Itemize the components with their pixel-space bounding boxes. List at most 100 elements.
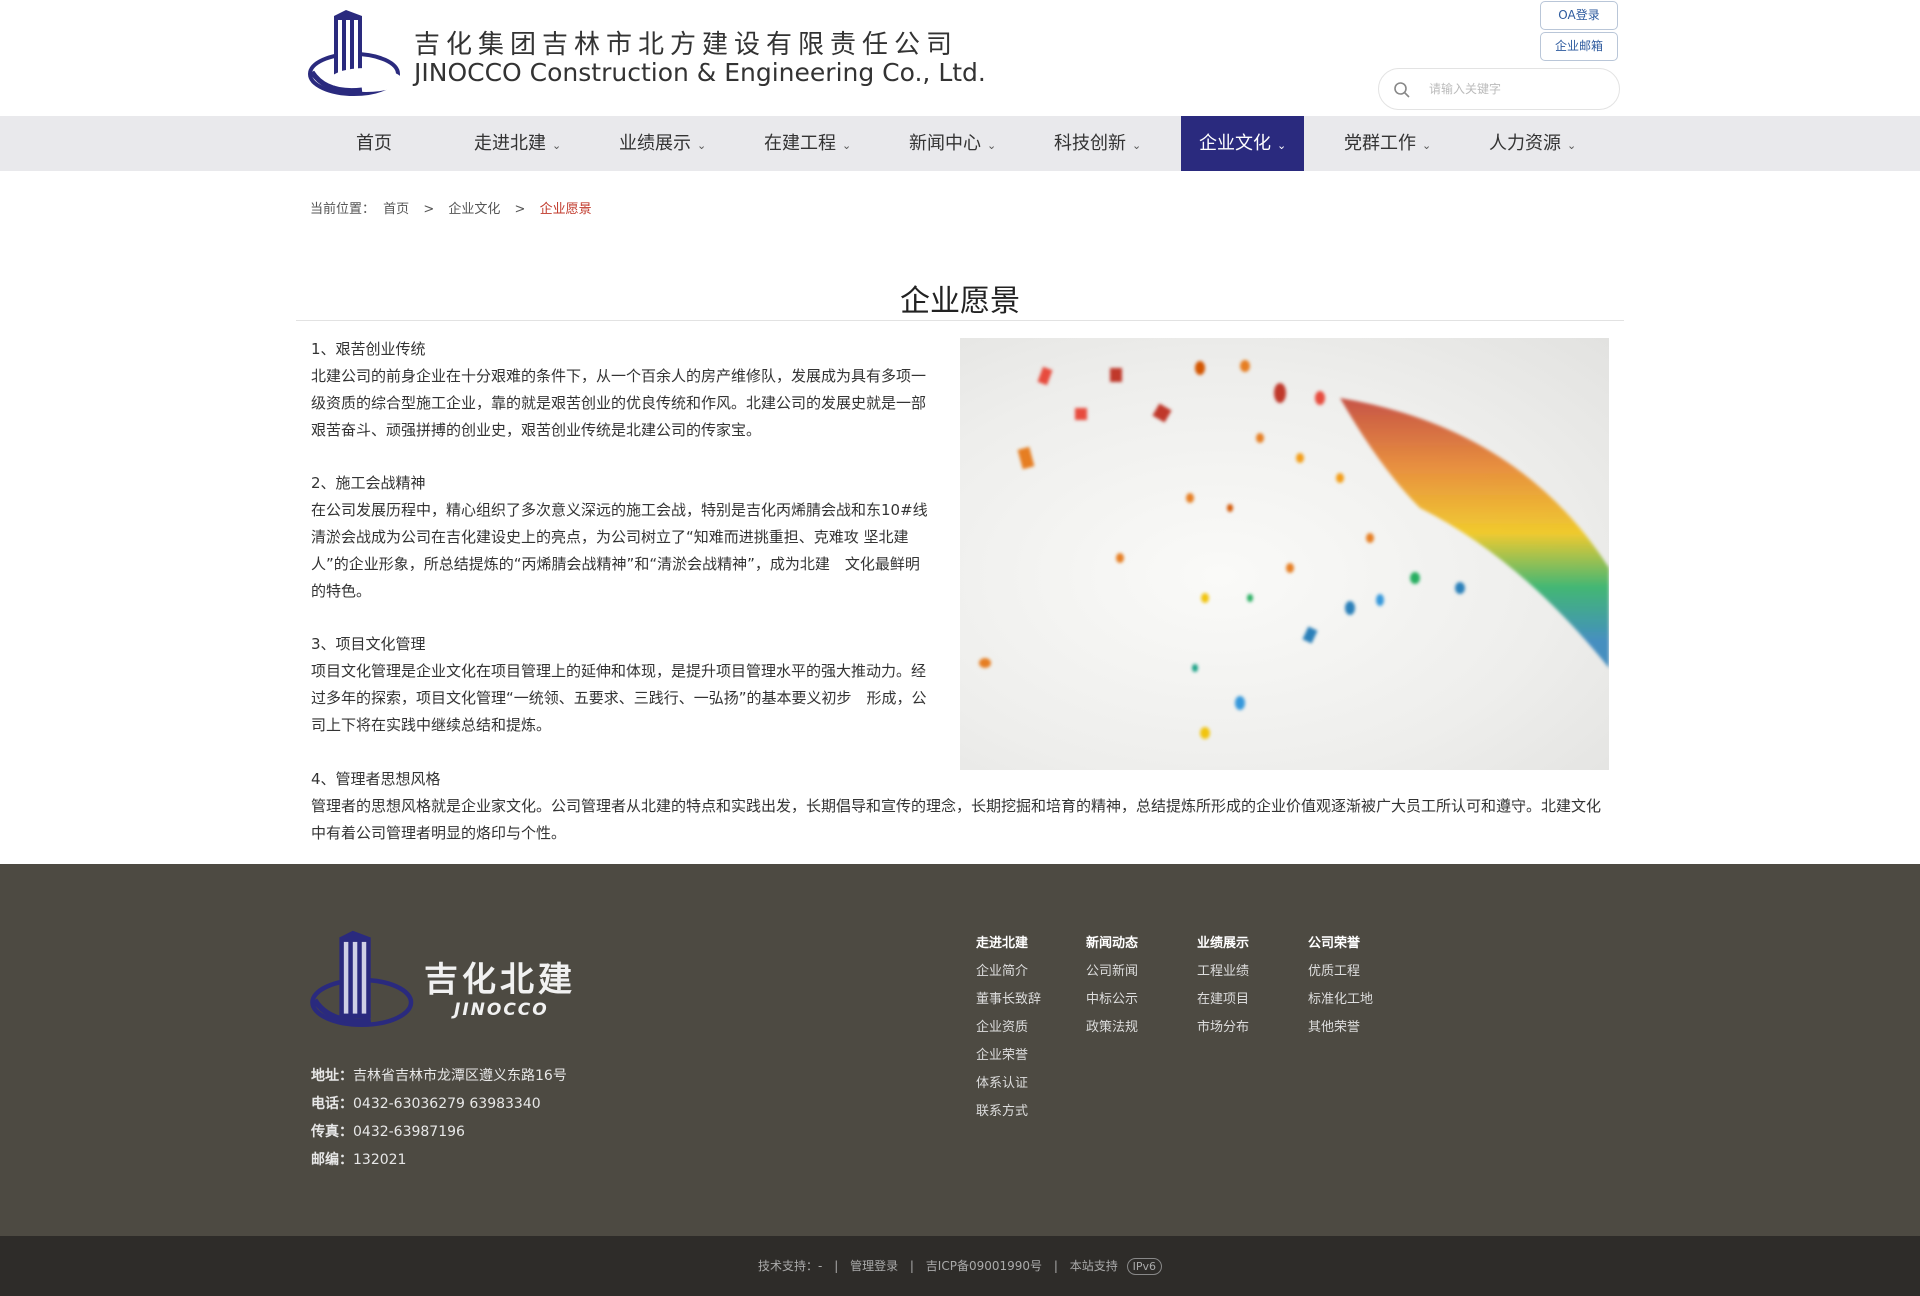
title-divider	[296, 320, 1624, 321]
nav-item-hr[interactable]: 人力资源 ⌄	[1489, 116, 1576, 171]
footer-logo-icon	[310, 930, 414, 1028]
icp-link[interactable]: 吉ICP备09001990号	[926, 1259, 1042, 1273]
footer-column-honors: 公司荣誉 优质工程 标准化工地 其他荣誉	[1308, 930, 1373, 1042]
site-footer: 吉化北建 JINOCCO 地址：吉林省吉林市龙潭区遵义东路16号 电话：0432…	[0, 864, 1920, 1236]
enterprise-mail-button[interactable]: 企业邮箱	[1540, 32, 1618, 61]
divider: |	[1053, 1259, 1058, 1273]
admin-login-link[interactable]: 管理登录	[850, 1259, 898, 1273]
article-section: 3、项目文化管理 项目文化管理是企业文化在项目管理上的延伸和体现，是提升项目管理…	[311, 631, 931, 739]
footer-link[interactable]: 政策法规	[1086, 1014, 1138, 1042]
article-body: 1、艰苦创业传统 北建公司的前身企业在十分艰难的条件下，从一个百余人的房产维修队…	[311, 336, 931, 765]
phone-label: 电话：	[311, 1096, 353, 1112]
phone-value: 0432-63036279 63983340	[353, 1096, 541, 1112]
nav-item-party[interactable]: 党群工作 ⌄	[1344, 116, 1431, 171]
footer-link[interactable]: 公司新闻	[1086, 958, 1138, 986]
footer-link[interactable]: 在建项目	[1197, 986, 1249, 1014]
nav-label: 首页	[356, 133, 392, 154]
section-heading: 4、管理者思想风格	[311, 770, 441, 788]
culture-image	[960, 338, 1609, 770]
footer-column-heading[interactable]: 新闻动态	[1086, 930, 1138, 958]
footer-link[interactable]: 市场分布	[1197, 1014, 1249, 1042]
footer-link[interactable]: 其他荣誉	[1308, 1014, 1373, 1042]
footer-link[interactable]: 企业荣誉	[976, 1042, 1041, 1070]
colorful-wave-illustration	[979, 360, 1609, 739]
nav-item-projects[interactable]: 在建工程 ⌄	[764, 116, 851, 171]
contact-info: 地址：吉林省吉林市龙潭区遵义东路16号 电话：0432-63036279 639…	[311, 1062, 567, 1174]
search-input[interactable]	[1429, 77, 1609, 101]
copyright-bar: 技术支持：- | 管理登录 | 吉ICP备09001990号 | 本站支持 IP…	[0, 1236, 1920, 1296]
nav-label: 在建工程	[764, 133, 836, 154]
ipv6-badge: IPv6	[1126, 1258, 1162, 1275]
nav-item-about[interactable]: 走进北建 ⌄	[474, 116, 561, 171]
fax-value: 0432-63987196	[353, 1124, 465, 1140]
company-name-en: JINOCCO Construction & Engineering Co., …	[414, 58, 986, 87]
divider: |	[909, 1259, 914, 1273]
nav-label: 人力资源	[1489, 133, 1561, 154]
chevron-down-icon: ⌄	[697, 139, 707, 152]
nav-label: 企业文化	[1199, 133, 1271, 154]
breadcrumb-separator: >	[514, 202, 526, 217]
company-logo-icon[interactable]	[306, 10, 406, 98]
breadcrumb-home[interactable]: 首页	[383, 202, 409, 217]
footer-link[interactable]: 企业资质	[976, 1014, 1041, 1042]
search-box	[1378, 68, 1620, 110]
footer-column-heading[interactable]: 业绩展示	[1197, 930, 1249, 958]
nav-item-innovation[interactable]: 科技创新 ⌄	[1054, 116, 1141, 171]
footer-column-about: 走进北建 企业简介 董事长致辞 企业资质 企业荣誉 体系认证 联系方式	[976, 930, 1041, 1126]
footer-brand-cn: 吉化北建	[424, 960, 576, 1000]
nav-item-home[interactable]: 首页	[356, 116, 392, 171]
footer-column-performance: 业绩展示 工程业绩 在建项目 市场分布	[1197, 930, 1249, 1042]
article-section: 2、施工会战精神 在公司发展历程中，精心组织了多次意义深远的施工会战，特别是吉化…	[311, 470, 931, 605]
company-name-cn: 吉化集团吉林市北方建设有限责任公司	[414, 30, 959, 60]
section-text: 项目文化管理是企业文化在项目管理上的延伸和体现，是提升项目管理水平的强大推动力。…	[311, 662, 927, 734]
breadcrumb: 当前位置： 首页 > 企业文化 > 企业愿景	[310, 198, 596, 217]
chevron-down-icon: ⌄	[987, 139, 997, 152]
nav-label: 党群工作	[1344, 133, 1416, 154]
nav-item-news[interactable]: 新闻中心 ⌄	[909, 116, 996, 171]
footer-link[interactable]: 董事长致辞	[976, 986, 1041, 1014]
footer-link[interactable]: 优质工程	[1308, 958, 1373, 986]
address-value: 吉林省吉林市龙潭区遵义东路16号	[353, 1068, 567, 1084]
zip-label: 邮编：	[311, 1152, 353, 1168]
search-icon[interactable]	[1393, 81, 1411, 99]
section-heading: 3、项目文化管理	[311, 635, 426, 653]
tech-support-text: 技术支持：-	[758, 1259, 823, 1273]
nav-label: 走进北建	[474, 133, 546, 154]
host-support-text: 本站支持	[1069, 1259, 1118, 1273]
section-heading: 2、施工会战精神	[311, 474, 426, 492]
nav-item-culture[interactable]: 企业文化 ⌄	[1181, 116, 1305, 171]
chevron-down-icon: ⌄	[842, 139, 852, 152]
chevron-down-icon: ⌄	[1277, 139, 1287, 152]
article-section: 4、管理者思想风格 管理者的思想风格就是企业家文化。公司管理者从北建的特点和实践…	[311, 766, 1611, 847]
footer-column-heading[interactable]: 走进北建	[976, 930, 1041, 958]
chevron-down-icon: ⌄	[1422, 139, 1432, 152]
nav-item-performance[interactable]: 业绩展示 ⌄	[619, 116, 706, 171]
footer-link[interactable]: 标准化工地	[1308, 986, 1373, 1014]
breadcrumb-prefix: 当前位置：	[310, 202, 376, 217]
footer-link[interactable]: 企业简介	[976, 958, 1041, 986]
footer-link[interactable]: 工程业绩	[1197, 958, 1249, 986]
footer-column-heading[interactable]: 公司荣誉	[1308, 930, 1373, 958]
article-section: 1、艰苦创业传统 北建公司的前身企业在十分艰难的条件下，从一个百余人的房产维修队…	[311, 336, 931, 444]
main-nav: 首页 走进北建 ⌄ 业绩展示 ⌄ 在建工程 ⌄ 新闻中心 ⌄ 科技创新 ⌄ 企业文化 ⌄ 党…	[0, 116, 1920, 171]
nav-label: 新闻中心	[909, 133, 981, 154]
section-text: 在公司发展历程中，精心组织了多次意义深远的施工会战，特别是吉化丙烯腈会战和东10…	[311, 501, 928, 600]
breadcrumb-separator: >	[423, 202, 435, 217]
chevron-down-icon: ⌄	[1567, 139, 1577, 152]
zip-value: 132021	[353, 1152, 407, 1168]
oa-login-button[interactable]: OA登录	[1540, 1, 1618, 30]
breadcrumb-parent[interactable]: 企业文化	[448, 202, 500, 217]
chevron-down-icon: ⌄	[552, 139, 562, 152]
footer-link[interactable]: 中标公示	[1086, 986, 1138, 1014]
nav-label: 业绩展示	[619, 133, 691, 154]
fax-label: 传真：	[311, 1124, 353, 1140]
breadcrumb-current: 企业愿景	[539, 202, 592, 217]
section-text: 北建公司的前身企业在十分艰难的条件下，从一个百余人的房产维修队，发展成为具有多项…	[311, 367, 927, 439]
footer-link[interactable]: 联系方式	[976, 1098, 1041, 1126]
site-header: 吉化集团吉林市北方建设有限责任公司 JINOCCO Construction &…	[0, 0, 1920, 116]
footer-link[interactable]: 体系认证	[976, 1070, 1041, 1098]
section-heading: 1、艰苦创业传统	[311, 340, 426, 358]
address-label: 地址：	[311, 1068, 353, 1084]
section-text: 管理者的思想风格就是企业家文化。公司管理者从北建的特点和实践出发，长期倡导和宣传…	[311, 797, 1602, 842]
nav-label: 科技创新	[1054, 133, 1126, 154]
